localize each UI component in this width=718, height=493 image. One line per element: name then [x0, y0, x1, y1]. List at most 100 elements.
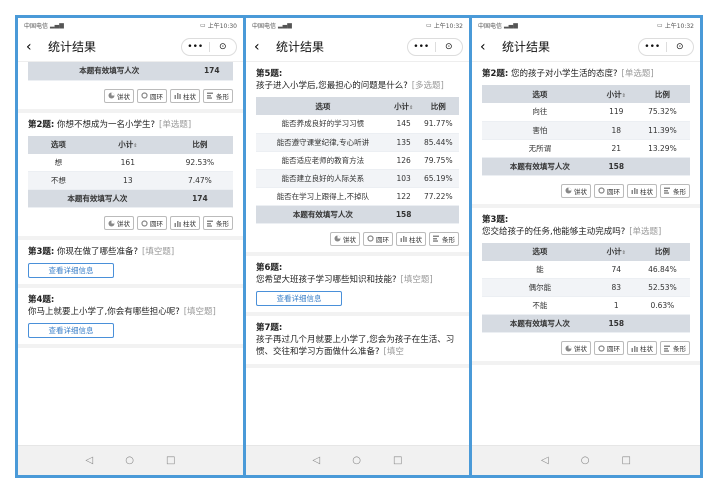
- column-label: 柱状: [183, 92, 196, 101]
- question-card-q6: 第6题: 您希望大班孩子学习哪些知识和技能? [填空题] 查看详细信息: [246, 255, 469, 316]
- header-count: 小计⇕: [389, 97, 418, 115]
- question-type: [单选题]: [621, 69, 654, 79]
- pie-icon: [108, 220, 115, 227]
- cell-ratio: 77.22%: [417, 187, 459, 206]
- table-row: 想 161 92.53%: [28, 153, 233, 172]
- cell-count: 161: [88, 153, 167, 172]
- chart-type-buttons: 饼状 圆环 柱状 条形: [482, 341, 690, 355]
- bar-chart-button[interactable]: 条形: [203, 88, 233, 103]
- ring-icon: [598, 344, 605, 352]
- header-ratio: 比例: [634, 85, 690, 103]
- ring-chart-button[interactable]: 圆环: [137, 216, 167, 230]
- more-icon[interactable]: •••: [408, 39, 435, 55]
- page-title: 统计结果: [502, 40, 551, 54]
- more-icon[interactable]: •••: [182, 39, 209, 55]
- nav-home-icon[interactable]: ○: [581, 455, 590, 466]
- back-icon[interactable]: ‹: [254, 40, 270, 54]
- nav-bar: ‹ 统计结果 ••• ⊙: [472, 32, 700, 62]
- ring-chart-button[interactable]: 圆环: [363, 231, 393, 246]
- ring-label: 圆环: [607, 345, 620, 353]
- column-chart-button[interactable]: 柱状: [627, 183, 657, 198]
- view-details-button[interactable]: 查看详细信息: [28, 323, 114, 338]
- scroll-content[interactable]: 第5题: 孩子进入小学后,您最担心的问题是什么? [多选题] 选项 小计⇕ 比例 能否养…: [246, 62, 469, 445]
- ring-chart-button[interactable]: 圆环: [137, 88, 167, 103]
- column-chart-button[interactable]: 柱状: [627, 341, 657, 355]
- status-bar: 中国电信 ▂▄▆ ▭ 上午10:32: [246, 18, 469, 32]
- question-number: 第4题:: [28, 295, 55, 305]
- signal-icon: ▂▄▆: [50, 21, 64, 29]
- view-details-button[interactable]: 查看详细信息: [256, 290, 342, 306]
- total-empty: [634, 314, 690, 333]
- system-nav-bar: ◁ ○ □: [472, 445, 700, 475]
- pie-chart-button[interactable]: 饼状: [330, 231, 360, 246]
- column-chart-button[interactable]: 柱状: [170, 216, 200, 230]
- cell-option: 能否在学习上跟得上,不掉队: [256, 187, 390, 206]
- capsule-menu: ••• ⊙: [407, 38, 463, 56]
- pie-chart-button[interactable]: 饼状: [561, 341, 591, 355]
- phone-screen-1: 中国电信 ▂▄▆ ▭ 上午10:30 ‹ 统计结果 ••• ⊙ 本题有效填写人次 17…: [18, 18, 246, 475]
- total-label: 本题有效填写人次: [28, 189, 167, 208]
- pie-chart-button[interactable]: 饼状: [104, 216, 134, 230]
- column-label: 柱状: [640, 187, 653, 196]
- scroll-content[interactable]: 第2题: 您的孩子对小学生活的态度? [单选题] 选项 小计⇕ 比例 向往 119 75.…: [472, 62, 700, 445]
- question-number: 第5题:: [256, 69, 283, 79]
- column-icon: [400, 235, 407, 242]
- question-text: 你现在做了哪些准备?: [57, 247, 139, 257]
- close-target-icon[interactable]: ⊙: [667, 39, 694, 55]
- chart-type-buttons: 饼状 圆环 柱状 条形: [28, 88, 233, 103]
- ring-icon: [141, 219, 148, 227]
- cell-count: 135: [389, 133, 418, 152]
- nav-home-icon[interactable]: ○: [125, 455, 134, 466]
- question-card-q7: 第7题: 孩子再过几个月就要上小学了,您会为孩子在生活、习惯、交往和学习方面做什么…: [246, 315, 469, 368]
- column-chart-button[interactable]: 柱状: [170, 88, 200, 103]
- column-icon: [174, 92, 181, 99]
- nav-home-icon[interactable]: ○: [352, 455, 361, 466]
- table-row: 能否建立良好的人际关系 103 65.19%: [256, 169, 459, 188]
- question-card-q4: 第4题: 你马上就要上小学了,你会有哪些担心呢? [填空题] 查看详细信息: [18, 288, 243, 348]
- question-card-q3: 第3题: 您交给孩子的任务,他能够主动完成吗? [单选题] 选项 小计⇕ 比例 能 74 4…: [472, 207, 700, 365]
- bar-chart-button[interactable]: 条形: [660, 341, 690, 355]
- nav-recent-icon[interactable]: □: [621, 455, 630, 466]
- question-type: [填空题]: [183, 307, 216, 317]
- header-option: 选项: [256, 97, 390, 115]
- question-number: 第2题:: [28, 119, 55, 130]
- nav-back-icon[interactable]: ◁: [541, 455, 549, 466]
- bar-chart-button[interactable]: 条形: [660, 183, 690, 198]
- table-row: 不能 1 0.63%: [482, 296, 690, 315]
- ring-label: 圆环: [607, 187, 620, 196]
- chart-type-buttons: 饼状 圆环 柱状 条形: [28, 216, 233, 230]
- nav-back-icon[interactable]: ◁: [313, 455, 321, 466]
- question-title: 第7题: 孩子再过几个月就要上小学了,您会为孩子在生活、习惯、交往和学习方面做什么…: [256, 322, 459, 358]
- question-text: 你想不想成为一名小学生?: [57, 119, 156, 130]
- nav-back-icon[interactable]: ◁: [86, 455, 94, 466]
- table-row: 能 74 46.84%: [482, 260, 690, 279]
- pie-label: 饼状: [343, 235, 356, 244]
- cell-ratio: 91.77%: [417, 115, 459, 134]
- question-text: 您的孩子对小学生活的态度?: [511, 69, 618, 79]
- close-target-icon[interactable]: ⊙: [210, 39, 237, 55]
- column-label: 柱状: [183, 220, 196, 228]
- cell-ratio: 11.39%: [634, 121, 690, 140]
- bar-chart-button[interactable]: 条形: [429, 231, 459, 246]
- back-icon[interactable]: ‹: [26, 40, 42, 54]
- column-chart-button[interactable]: 柱状: [396, 231, 426, 246]
- nav-recent-icon[interactable]: □: [166, 455, 175, 466]
- bar-icon: [207, 92, 214, 99]
- view-details-button[interactable]: 查看详细信息: [28, 263, 114, 278]
- close-target-icon[interactable]: ⊙: [436, 39, 463, 55]
- back-icon[interactable]: ‹: [480, 40, 496, 54]
- cell-ratio: 92.53%: [166, 153, 233, 172]
- nav-recent-icon[interactable]: □: [393, 455, 402, 466]
- more-icon[interactable]: •••: [639, 39, 666, 55]
- question-text: 你马上就要上小学了,你会有哪些担心呢?: [28, 307, 180, 317]
- cell-ratio: 79.75%: [417, 151, 459, 170]
- ring-chart-button[interactable]: 圆环: [594, 183, 624, 198]
- bar-chart-button[interactable]: 条形: [203, 216, 233, 230]
- pie-chart-button[interactable]: 饼状: [561, 183, 591, 198]
- table-row: 能否适应老师的教育方法 126 79.75%: [256, 151, 459, 170]
- pie-chart-button[interactable]: 饼状: [104, 88, 134, 103]
- scroll-content[interactable]: 本题有效填写人次 174 饼状 圆环 柱状 条形 第2题: 你想不想成为一名小学生…: [18, 62, 243, 445]
- cell-count: 119: [597, 103, 635, 122]
- ring-chart-button[interactable]: 圆环: [594, 341, 624, 355]
- cell-option: 害怕: [482, 121, 598, 140]
